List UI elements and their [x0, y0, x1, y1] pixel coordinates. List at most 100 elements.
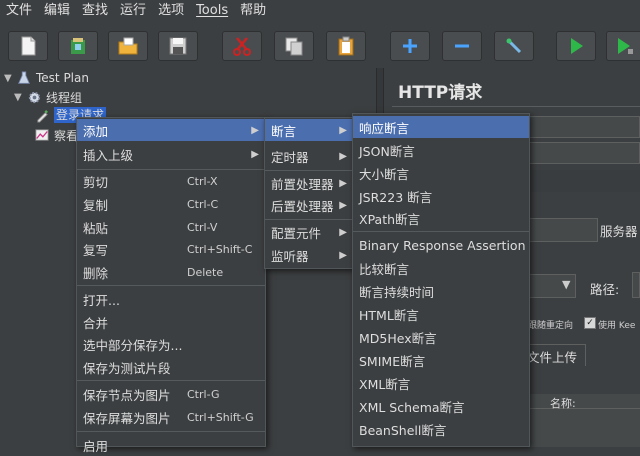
- cut-button[interactable]: [222, 31, 262, 61]
- menu-help[interactable]: 帮助: [234, 0, 272, 22]
- toolbar: [0, 22, 640, 69]
- menu-item-size-assertion[interactable]: 大小断言: [353, 162, 529, 184]
- start-icon: [571, 38, 583, 54]
- tree-label-test-plan: Test Plan: [36, 71, 89, 85]
- menu-item-save-node-image[interactable]: 保存节点为图片 Ctrl-G: [77, 383, 265, 405]
- menu-item-pre-processors[interactable]: 前置处理器 ▶: [265, 172, 353, 194]
- menu-item-config-elements[interactable]: 配置元件 ▶: [265, 221, 353, 243]
- menu-item-jsr223-assertion[interactable]: JSR223 断言: [353, 185, 529, 207]
- menu-item-open[interactable]: 打开...: [77, 288, 265, 310]
- menu-item-listeners[interactable]: 监听器 ▶: [265, 244, 353, 266]
- path-label: 路径:: [590, 282, 620, 297]
- tree-label-listener: 察看: [54, 128, 79, 143]
- toggle-icon: [506, 38, 522, 54]
- menu-item-copy[interactable]: 复制 Ctrl-C: [77, 193, 265, 215]
- menu-separator: [265, 170, 353, 171]
- menu-separator: [77, 431, 265, 432]
- divider: [392, 106, 640, 107]
- templates-button[interactable]: [58, 31, 98, 61]
- expand-button[interactable]: [390, 31, 430, 61]
- menu-item-html-assertion[interactable]: HTML断言: [353, 303, 529, 325]
- keepalive-checkbox[interactable]: ✓: [584, 317, 596, 329]
- save-icon: [169, 37, 187, 55]
- tree-node-test-plan[interactable]: ▼ Test Plan: [4, 69, 89, 87]
- menu-separator: [77, 285, 265, 286]
- menu-item-save-fragment[interactable]: 保存为测试片段: [77, 356, 265, 378]
- path-field[interactable]: [632, 272, 640, 298]
- menu-item-enable[interactable]: 启用: [77, 434, 265, 456]
- menu-item-delete[interactable]: 删除 Delete: [77, 261, 265, 283]
- menu-search[interactable]: 查找: [76, 0, 114, 22]
- tree-node-listener[interactable]: 察看: [34, 126, 78, 144]
- menu-item-md5hex-assertion[interactable]: MD5Hex断言: [353, 326, 529, 348]
- submenu-arrow-icon: ▶: [339, 124, 347, 136]
- new-button[interactable]: [8, 31, 48, 61]
- menu-file[interactable]: 文件: [0, 0, 38, 22]
- submenu-arrow-icon: ▶: [339, 150, 347, 162]
- start-button[interactable]: [556, 31, 596, 61]
- start-no-pause-button[interactable]: [606, 31, 640, 61]
- submenu-arrow-icon: ▶: [339, 226, 347, 238]
- menubar: 文件 编辑 查找 运行 选项 Tools 帮助: [0, 0, 640, 23]
- params-table[interactable]: [524, 409, 640, 447]
- panel-title: HTTP请求: [398, 83, 483, 103]
- tree-node-thread-group[interactable]: ▼ 线程组: [14, 88, 82, 106]
- expanded-arrow-icon[interactable]: ▼: [4, 73, 16, 84]
- toggle-button[interactable]: [494, 31, 534, 61]
- tab-file-upload[interactable]: 文件上传: [524, 344, 586, 366]
- open-button[interactable]: [108, 31, 148, 61]
- menu-item-response-assertion[interactable]: 响应断言: [353, 116, 529, 138]
- menu-item-smime-assertion[interactable]: SMIME断言: [353, 349, 529, 371]
- menu-options[interactable]: 选项: [152, 0, 190, 22]
- menu-separator: [77, 380, 265, 381]
- submenu-arrow-icon: ▶: [339, 249, 347, 261]
- save-button[interactable]: [158, 31, 198, 61]
- menu-edit[interactable]: 编辑: [38, 0, 76, 22]
- tree-label-thread-group: 线程组: [46, 90, 83, 105]
- menu-item-json-assertion[interactable]: JSON断言: [353, 139, 529, 161]
- menu-item-save-selection[interactable]: 选中部分保存为...: [77, 333, 265, 355]
- new-icon: [21, 36, 36, 56]
- redirect-label: 跟随重定向: [528, 321, 574, 331]
- menu-item-merge[interactable]: 合并: [77, 311, 265, 333]
- menu-item-duplicate[interactable]: 复写 Ctrl+Shift-C: [77, 238, 265, 260]
- menu-item-paste[interactable]: 粘贴 Ctrl-V: [77, 216, 265, 238]
- menu-tools[interactable]: Tools: [190, 0, 234, 22]
- expanded-arrow-icon[interactable]: ▼: [14, 92, 26, 103]
- paste-button[interactable]: [326, 31, 366, 61]
- menu-item-timers[interactable]: 定时器 ▶: [265, 145, 353, 167]
- menu-item-duration-assertion[interactable]: 断言持续时间: [353, 280, 529, 302]
- menu-run[interactable]: 运行: [114, 0, 152, 22]
- menu-item-assertions[interactable]: 断言 ▶: [265, 119, 353, 141]
- add-submenu: 断言 ▶ 定时器 ▶ 前置处理器 ▶ 后置处理器 ▶ 配置元件 ▶ 监听器 ▶: [264, 117, 354, 269]
- menu-item-binary-response-assertion[interactable]: Binary Response Assertion: [353, 234, 529, 256]
- menu-item-post-processors[interactable]: 后置处理器 ▶: [265, 194, 353, 216]
- copy-button[interactable]: [274, 31, 314, 61]
- menu-separator: [265, 219, 353, 220]
- menu-item-cut[interactable]: 剪切 Ctrl-X: [77, 170, 265, 192]
- menu-item-insert-parent[interactable]: 插入上级 ▶: [77, 143, 265, 165]
- server-label: 服务器: [600, 224, 638, 239]
- menu-item-add[interactable]: 添加 ▶: [77, 119, 265, 141]
- menu-separator: [353, 231, 529, 232]
- graph-icon: [34, 127, 50, 143]
- collapse-button[interactable]: [442, 31, 482, 61]
- submenu-arrow-icon: ▶: [251, 124, 259, 136]
- menu-item-xpath-assertion[interactable]: XPath断言: [353, 207, 529, 229]
- context-menu: 添加 ▶ 插入上级 ▶ 剪切 Ctrl-X 复制 Ctrl-C 粘贴 Ctrl-V 复写 C…: [76, 117, 266, 454]
- submenu-arrow-icon: ▶: [339, 199, 347, 211]
- collapse-icon: [455, 44, 469, 48]
- menu-item-beanshell-assertion[interactable]: BeanShell断言: [353, 418, 529, 440]
- menu-item-xml-schema-assertion[interactable]: XML Schema断言: [353, 395, 529, 417]
- expand-icon: [403, 39, 417, 53]
- cut-icon: [233, 37, 251, 56]
- submenu-arrow-icon: ▶: [251, 148, 259, 160]
- menu-item-xml-assertion[interactable]: XML断言: [353, 372, 529, 394]
- chevron-down-icon[interactable]: ▼: [562, 278, 578, 296]
- flask-icon: [16, 70, 32, 86]
- assertions-submenu: 响应断言 JSON断言 大小断言 JSR223 断言 XPath断言 Binar…: [352, 113, 530, 447]
- menu-item-compare-assertion[interactable]: 比较断言: [353, 257, 529, 279]
- paste-icon: [338, 36, 354, 56]
- open-icon: [118, 37, 138, 55]
- menu-item-save-screen-image[interactable]: 保存屏幕为图片 Ctrl+Shift-G: [77, 406, 265, 428]
